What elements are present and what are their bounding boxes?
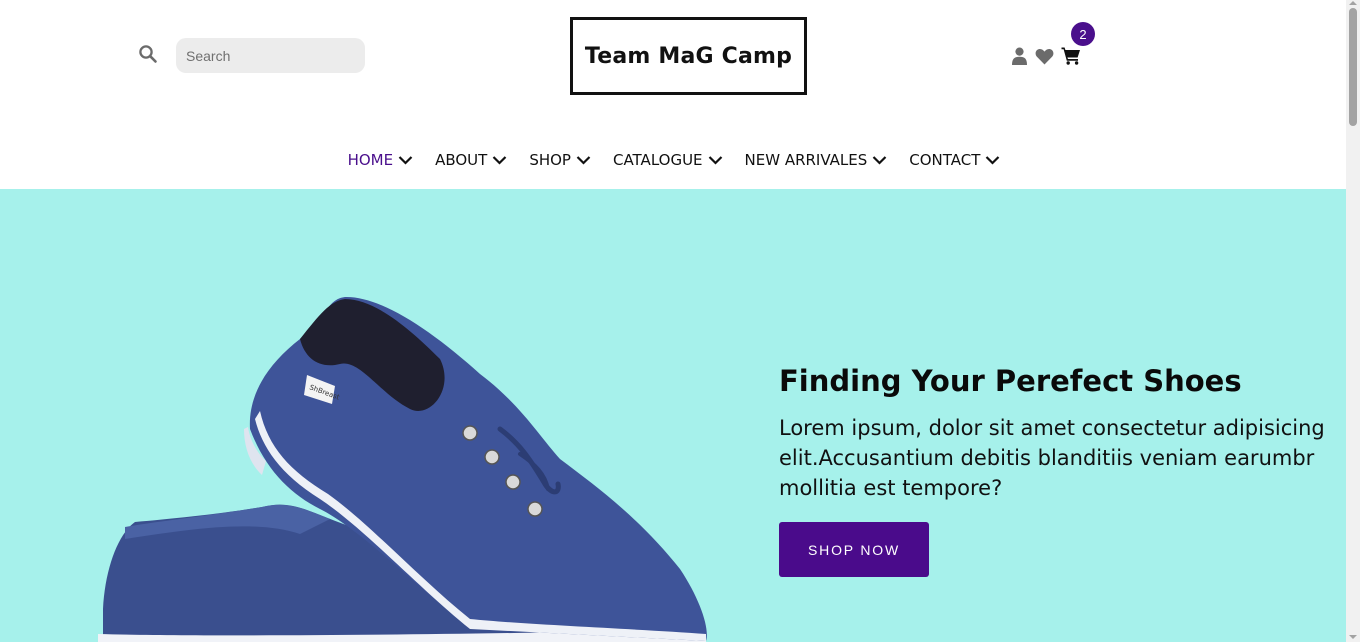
nav-item-catalogue[interactable]: CATALOGUE: [613, 148, 723, 172]
nav-item-label: ABOUT: [435, 151, 488, 169]
chevron-down-icon: [986, 156, 1000, 165]
cart-count-badge: 2: [1071, 22, 1095, 46]
scroll-up-arrow-icon[interactable]: [1349, 0, 1357, 6]
nav-item-shop[interactable]: SHOP: [529, 148, 591, 172]
scrollbar-thumb[interactable]: [1349, 8, 1357, 126]
shoe-image: ShBreast: [98, 296, 707, 642]
chevron-down-icon: [708, 156, 722, 165]
heart-icon[interactable]: [1035, 48, 1054, 65]
chevron-down-icon: [576, 156, 591, 165]
nav-item-label: NEW ARRIVALES: [744, 151, 868, 169]
chevron-down-icon: [873, 156, 887, 165]
nav-item-label: SHOP: [529, 151, 571, 169]
nav-item-label: HOME: [347, 151, 394, 169]
chevron-down-icon: [398, 156, 413, 165]
shop-now-button[interactable]: SHOP NOW: [779, 522, 929, 577]
hero-banner: ShBreast Finding Your Perefect Shoes Lor…: [0, 189, 1346, 642]
search-input[interactable]: [176, 38, 365, 73]
logo[interactable]: Team MaG Camp: [570, 17, 807, 95]
nav-item-contact[interactable]: CONTACT: [909, 148, 1000, 172]
main-nav: HOME ABOUT SHOP CATALOGUE NEW ARRIVALES …: [0, 148, 1346, 172]
nav-item-home[interactable]: HOME: [348, 148, 414, 172]
cart-icon[interactable]: [1061, 46, 1081, 65]
logo-text: Team MaG Camp: [584, 43, 793, 69]
nav-item-new-arrivals[interactable]: NEW ARRIVALES: [745, 148, 888, 172]
hero-description: Lorem ipsum, dolor sit amet consectetur …: [779, 416, 1325, 500]
hero-title: Finding Your Perefect Shoes: [779, 364, 1242, 398]
user-icon[interactable]: [1011, 47, 1028, 65]
page-scrollbar[interactable]: [1346, 0, 1360, 642]
nav-item-label: CATALOGUE: [612, 151, 703, 169]
chevron-down-icon: [493, 156, 507, 165]
nav-item-about[interactable]: ABOUT: [435, 148, 507, 172]
nav-item-label: CONTACT: [909, 151, 981, 169]
site-header: Team MaG Camp 2 HOME ABOUT SHOP CATALOGU…: [0, 0, 1346, 189]
scroll-down-arrow-icon[interactable]: [1349, 634, 1357, 640]
search-icon[interactable]: [138, 44, 158, 64]
